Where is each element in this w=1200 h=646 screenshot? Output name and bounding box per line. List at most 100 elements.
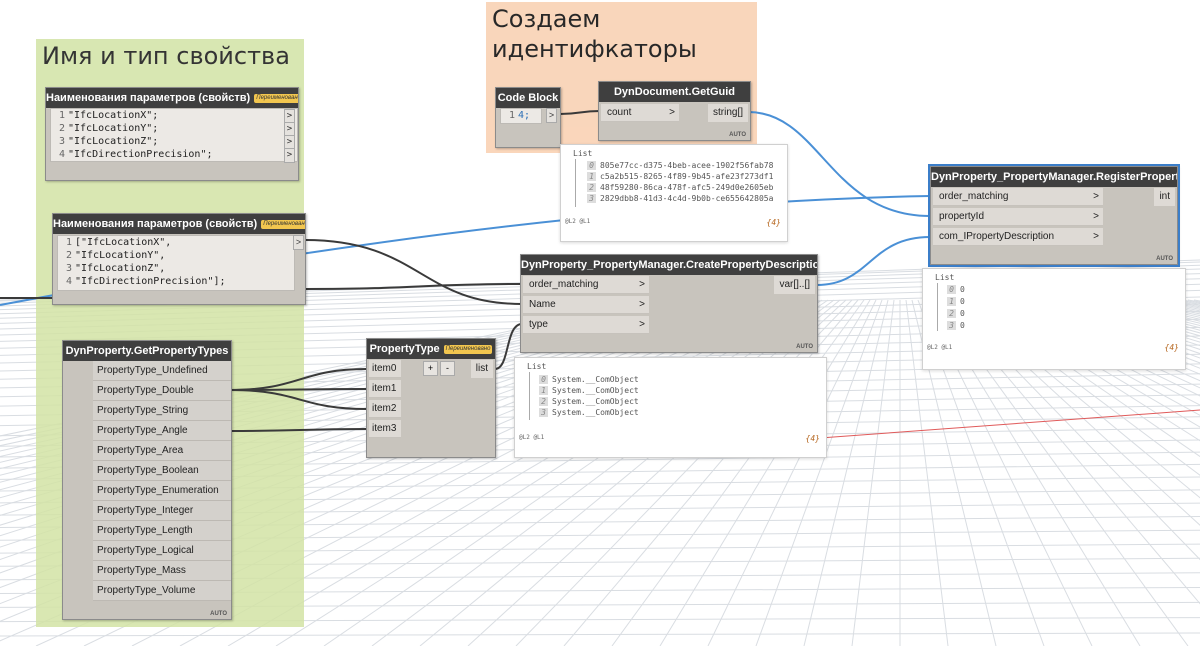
output-port-list[interactable]: list: [470, 360, 493, 378]
preview-tree-line: [575, 159, 576, 207]
port-arrow: >: [1093, 211, 1099, 222]
code-block-param-names-2[interactable]: Наименования параметров (свойств) Переиме…: [52, 213, 306, 305]
graph-canvas[interactable]: Имя и тип свойства Создаем идентифкаторы…: [0, 0, 1200, 646]
input-port-item1[interactable]: item1: [369, 380, 401, 398]
output-port-property-type[interactable]: PropertyType_Angle: [93, 421, 231, 441]
preview-row: 10: [947, 297, 965, 306]
preview-index: 3: [587, 194, 596, 203]
code-editor[interactable]: 1 "IfcLocationX"; 2 "IfcLocationY"; 3 "IfcL…: [50, 108, 298, 163]
preview-title: List: [935, 273, 955, 282]
output-port[interactable]: >: [546, 108, 557, 123]
preview-count: {4}: [1164, 343, 1179, 352]
preview-index: 3: [947, 321, 956, 330]
preview-index: 2: [539, 397, 548, 406]
group-title: Создаем идентифкаторы: [492, 5, 697, 63]
output-port-property-type[interactable]: PropertyType_Mass: [93, 561, 231, 581]
input-port-type[interactable]: type >: [523, 316, 649, 334]
preview-value: 0: [960, 321, 965, 330]
preview-com-objects[interactable]: List 0 System.__ComObject 1 System.__ComOb…: [514, 357, 827, 458]
preview-index: 2: [587, 183, 596, 192]
remove-input-button[interactable]: -: [440, 361, 455, 376]
code-line[interactable]: "IfcLocationY",: [75, 249, 165, 262]
preview-tree-line: [937, 283, 938, 331]
preview-value: 48f59280-86ca-478f-afc5-249d0e2605eb: [600, 183, 774, 192]
input-port-com-property-description[interactable]: com_IPropertyDescription >: [933, 228, 1103, 246]
node-register-property[interactable]: DynProperty_PropertyManager.RegisterProp…: [928, 164, 1180, 267]
preview-index: 1: [587, 172, 596, 181]
code-editor[interactable]: 1 4;: [500, 108, 542, 124]
code-line[interactable]: "IfcDirectionPrecision";: [68, 148, 213, 161]
output-port[interactable]: >: [284, 148, 295, 163]
preview-levels: @L2 @L1: [519, 434, 545, 441]
preview-row: 30: [947, 321, 965, 330]
node-header: DynProperty.GetPropertyTypes: [63, 341, 231, 361]
output-port-property-type[interactable]: PropertyType_String: [93, 401, 231, 421]
preview-tree-line: [529, 372, 530, 420]
code-line[interactable]: "IfcLocationX";: [68, 109, 158, 122]
code-line[interactable]: "IfcDirectionPrecision"];: [75, 275, 226, 288]
line-number: 3: [65, 263, 72, 274]
node-header: DynDocument.GetGuid: [599, 82, 750, 102]
output-port-property-type[interactable]: PropertyType_Logical: [93, 541, 231, 561]
line-number: 4: [58, 149, 65, 160]
node-header: DynProperty_PropertyManager.CreateProper…: [521, 255, 817, 275]
preview-value: System.__ComObject: [552, 386, 639, 395]
node-title: DynProperty.GetPropertyTypes: [65, 345, 229, 357]
node-property-type-list[interactable]: PropertyType Переименовано item0 item1 it…: [366, 338, 496, 458]
preview-row: 20: [947, 309, 965, 318]
output-port-var-array[interactable]: var[]..[]: [774, 276, 815, 294]
port-label: propertyId: [939, 211, 985, 222]
code-line[interactable]: "IfcLocationZ";: [68, 135, 158, 148]
preview-row: 0 System.__ComObject: [539, 375, 639, 384]
preview-register-result[interactable]: List 00 10 20 30 @L2 @L1 {4}: [922, 268, 1186, 370]
input-port-item3[interactable]: item3: [369, 420, 401, 438]
node-create-property-description[interactable]: DynProperty_PropertyManager.CreateProper…: [520, 254, 818, 353]
node-get-property-types[interactable]: DynProperty.GetPropertyTypes PropertyTyp…: [62, 340, 232, 620]
preview-count: {4}: [766, 218, 781, 227]
code-line[interactable]: 4;: [518, 109, 530, 122]
input-port-item0[interactable]: item0: [369, 360, 401, 378]
input-port-property-id[interactable]: propertyId >: [933, 208, 1103, 226]
preview-index: 3: [539, 408, 548, 417]
output-port-property-type[interactable]: PropertyType_Double: [93, 381, 231, 401]
node-title: DynProperty_PropertyManager.CreateProper…: [521, 259, 817, 271]
code-block-count[interactable]: Code Block 1 4; >: [495, 87, 561, 148]
preview-guids[interactable]: List 0 805e77cc-d375-4beb-acee-1902f56fab…: [560, 144, 788, 242]
output-port-property-type[interactable]: PropertyType_Undefined: [93, 361, 231, 381]
code-editor[interactable]: 1 ["IfcLocationX", 2 "IfcLocationY", 3 "Ifc…: [57, 235, 295, 291]
code-line[interactable]: "IfcLocationY";: [68, 122, 158, 135]
code-line[interactable]: ["IfcLocationX",: [75, 236, 171, 249]
input-port-name[interactable]: Name >: [523, 296, 649, 314]
preview-value: 0: [960, 285, 965, 294]
line-number: 1: [65, 237, 72, 248]
output-port-property-type[interactable]: PropertyType_Volume: [93, 581, 231, 601]
node-title: DynProperty_PropertyManager.RegisterProp…: [931, 171, 1177, 183]
code-block-param-names-1[interactable]: Наименования параметров (свойств) Переиме…: [45, 87, 299, 181]
output-port-int[interactable]: int: [1154, 188, 1175, 206]
output-port-property-type[interactable]: PropertyType_Area: [93, 441, 231, 461]
preview-title: List: [527, 362, 547, 371]
code-line[interactable]: "IfcLocationZ",: [75, 262, 165, 275]
output-port-property-type[interactable]: PropertyType_Boolean: [93, 461, 231, 481]
preview-row: 0 805e77cc-d375-4beb-acee-1902f56fab78: [587, 161, 773, 170]
output-port-property-type[interactable]: PropertyType_Length: [93, 521, 231, 541]
output-port[interactable]: >: [293, 235, 304, 250]
input-port-order-matching[interactable]: order_matching >: [523, 276, 649, 294]
node-get-guid[interactable]: DynDocument.GetGuid count > string[] AUTO: [598, 81, 751, 141]
output-port-string-array[interactable]: string[]: [707, 104, 748, 122]
add-input-button[interactable]: +: [423, 361, 438, 376]
auto-label: AUTO: [210, 611, 227, 617]
port-arrow: >: [639, 299, 645, 310]
port-arrow: >: [639, 279, 645, 290]
preview-row: 2 System.__ComObject: [539, 397, 639, 406]
output-port-property-type[interactable]: PropertyType_Enumeration: [93, 481, 231, 501]
input-port-order-matching[interactable]: order_matching >: [933, 188, 1103, 206]
node-header: Code Block: [496, 88, 560, 108]
preview-row: 1 System.__ComObject: [539, 386, 639, 395]
input-port-count[interactable]: count >: [601, 104, 679, 122]
port-label: type: [529, 319, 548, 330]
node-title: PropertyType: [369, 343, 440, 355]
preview-value: 0: [960, 297, 965, 306]
input-port-item2[interactable]: item2: [369, 400, 401, 418]
output-port-property-type[interactable]: PropertyType_Integer: [93, 501, 231, 521]
